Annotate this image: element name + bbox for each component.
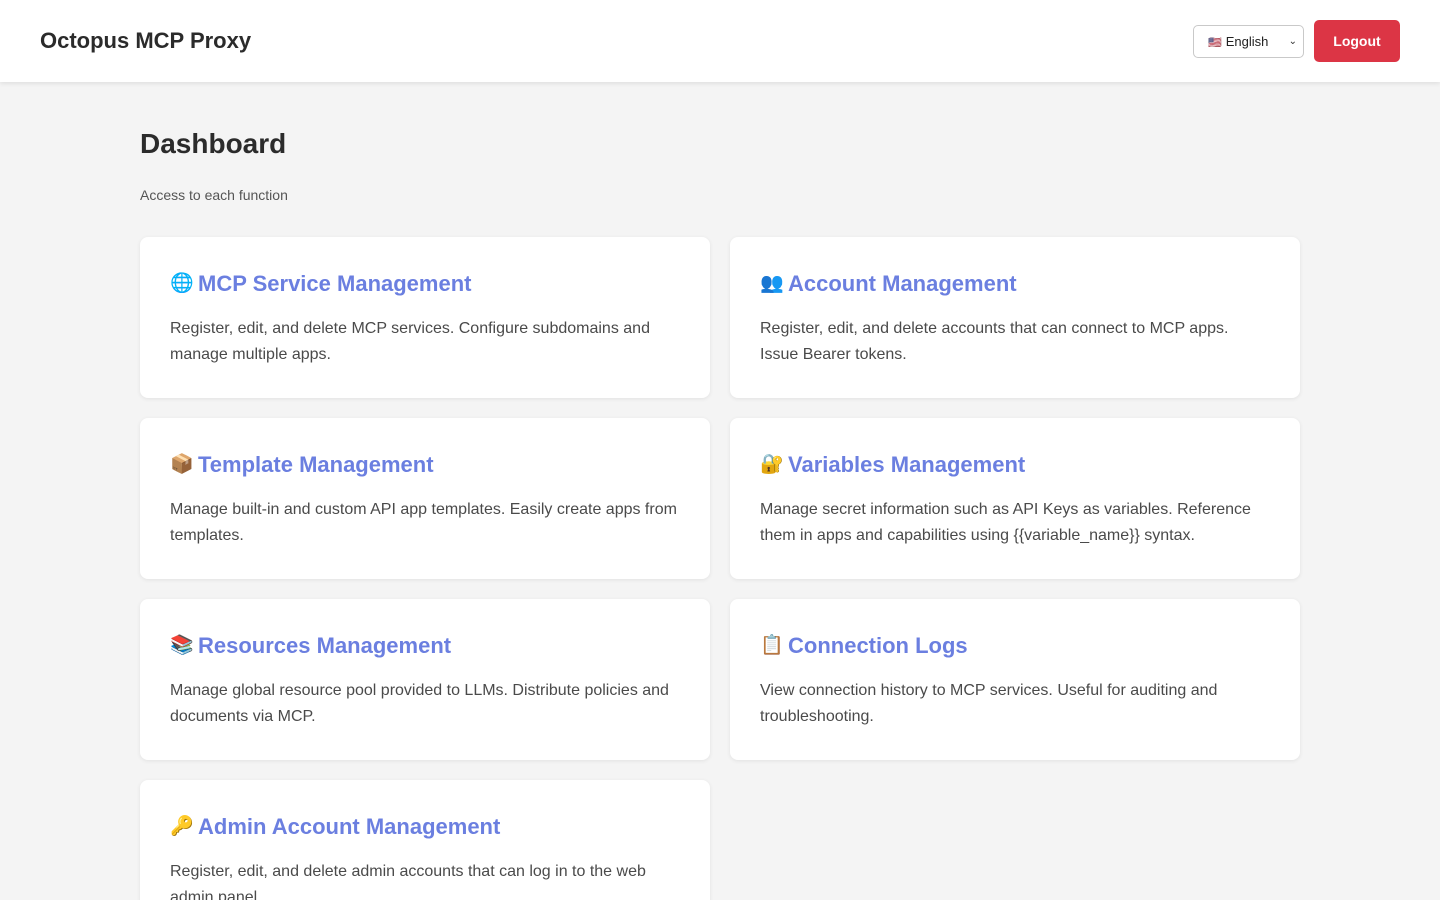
page-title: Dashboard (140, 128, 287, 159)
card-title[interactable]: 🌐 MCP Service Management (170, 271, 680, 297)
top-bar: Octopus MCP Proxy 🇺🇸 English ⌄ Logout (0, 0, 1440, 82)
card-title[interactable]: 👥 Account Management (760, 271, 1270, 297)
main-content: Dashboard Access to each function 🌐 MCP … (140, 82, 1300, 900)
card-title-label[interactable]: Account Management (788, 271, 1017, 297)
card-title[interactable]: 📚 Resources Management (170, 633, 680, 659)
card-account-management[interactable]: 👥 Account Management Register, edit, and… (730, 237, 1300, 398)
card-title-label[interactable]: Connection Logs (788, 633, 968, 659)
card-template-management[interactable]: 📦 Template Management Manage built-in an… (140, 418, 710, 579)
page-subtitle: Access to each function (140, 187, 288, 203)
books-icon: 📚 (170, 635, 194, 656)
language-label: English (1225, 33, 1269, 49)
logout-button[interactable]: Logout (1314, 20, 1400, 62)
card-title-label[interactable]: Resources Management (198, 633, 451, 659)
clipboard-icon: 📋 (760, 635, 784, 656)
card-title[interactable]: 📦 Template Management (170, 452, 680, 478)
app-title: Octopus MCP Proxy (40, 28, 252, 53)
card-description: Register, edit, and delete admin account… (170, 863, 646, 900)
chevron-down-icon: ⌄ (1288, 35, 1297, 47)
card-variables-management[interactable]: 🔐 Variables Management Manage secret inf… (730, 418, 1300, 579)
card-description: Manage built-in and custom API app templ… (170, 501, 677, 544)
card-description: Manage secret information such as API Ke… (760, 501, 1251, 544)
card-title-label[interactable]: Admin Account Management (198, 814, 500, 840)
card-title-label[interactable]: MCP Service Management (198, 271, 471, 297)
card-title-label[interactable]: Variables Management (788, 452, 1025, 478)
key-icon: 🔑 (170, 816, 194, 837)
package-icon: 📦 (170, 454, 194, 475)
us-flag-icon: 🇺🇸 (1208, 36, 1222, 49)
card-title-label[interactable]: Template Management (198, 452, 434, 478)
card-title[interactable]: 🔑 Admin Account Management (170, 814, 680, 840)
language-select[interactable]: 🇺🇸 English ⌄ (1193, 24, 1304, 58)
globe-icon: 🌐 (170, 273, 194, 294)
card-title[interactable]: 📋 Connection Logs (760, 633, 1270, 659)
card-description: Manage global resource pool provided to … (170, 682, 669, 725)
card-connection-logs[interactable]: 📋 Connection Logs View connection histor… (730, 599, 1300, 760)
language-select-value: 🇺🇸 English (1208, 34, 1268, 49)
card-admin-account-management[interactable]: 🔑 Admin Account Management Register, edi… (140, 780, 710, 900)
card-description: View connection history to MCP services.… (760, 682, 1218, 725)
card-title[interactable]: 🔐 Variables Management (760, 452, 1270, 478)
function-card-grid: 🌐 MCP Service Management Register, edit,… (140, 237, 1300, 900)
card-description: Register, edit, and delete MCP services.… (170, 320, 650, 363)
users-icon: 👥 (760, 273, 784, 294)
card-resources-management[interactable]: 📚 Resources Management Manage global res… (140, 599, 710, 760)
card-mcp-service-management[interactable]: 🌐 MCP Service Management Register, edit,… (140, 237, 710, 398)
header-actions: 🇺🇸 English ⌄ Logout (1193, 20, 1400, 62)
lock-key-icon: 🔐 (760, 454, 784, 475)
card-description: Register, edit, and delete accounts that… (760, 320, 1229, 363)
